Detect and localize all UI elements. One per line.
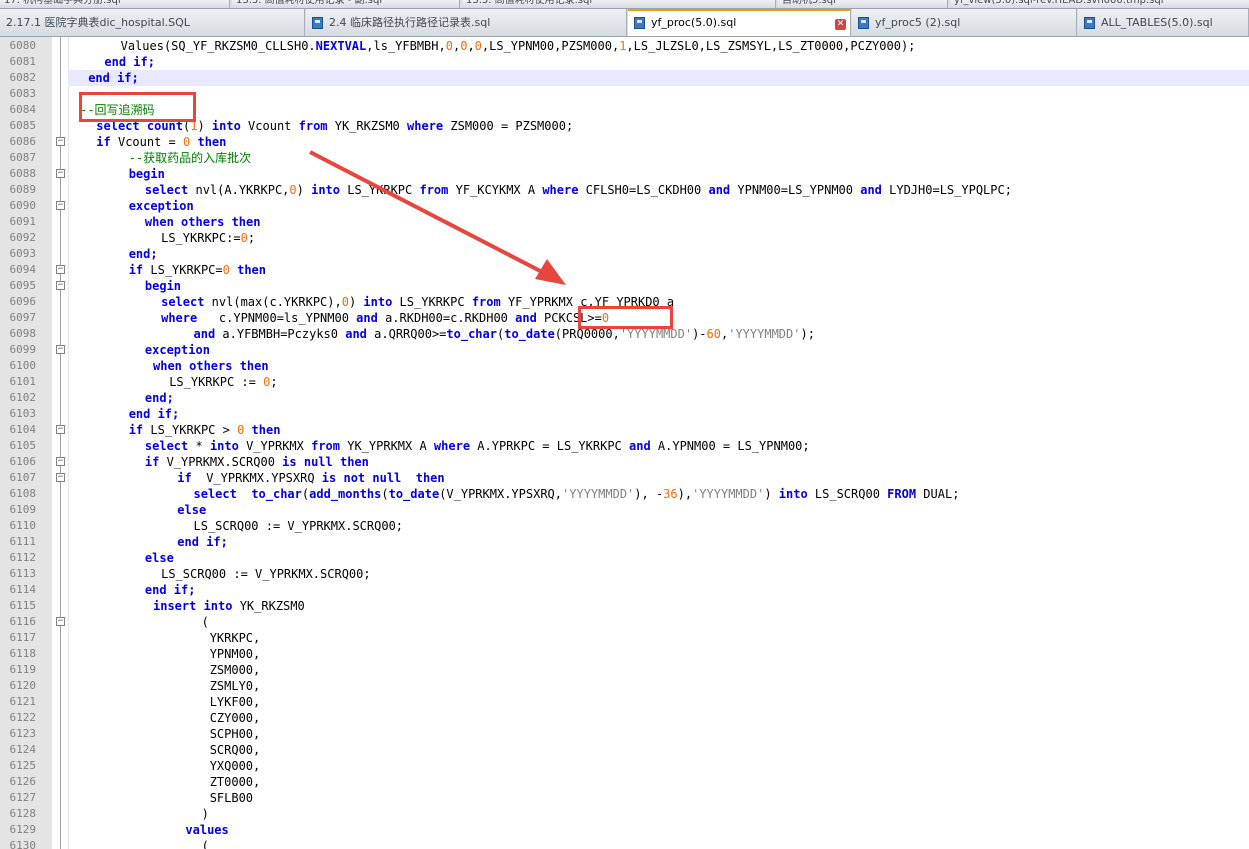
tab-top-4[interactable]: yf_view(5.0).sql-rev.HEAD.svn000.tmp.sql [950,0,1249,8]
arrow-head [535,259,566,285]
tab-1[interactable]: 2.4 临床路径执行路径记录表.sql [306,9,627,36]
tab-row-main: 2.17.1 医院字典表dic_hospital.SQL 2.4 临床路径执行路径… [0,9,1249,37]
tab-0[interactable]: 2.17.1 医院字典表dic_hospital.SQL [0,9,305,36]
tab-label: ALL_TABLES(5.0).sql [1101,16,1213,29]
fold-toggle-icon[interactable]: − [56,137,65,146]
tab-2[interactable]: yf_proc(5.0).sql ✕ [628,9,851,36]
fold-toggle-icon[interactable]: − [56,473,65,482]
fold-toggle-icon[interactable]: − [56,345,65,354]
fold-toggle-icon[interactable]: − [56,281,65,290]
tab-row-top: 17. 机构基础字典分册.sql 13.3. 高值耗材使用记录 - 副.sql 13… [0,0,1249,9]
fold-toggle-icon[interactable]: − [56,457,65,466]
tab-top-1[interactable]: 13.3. 高值耗材使用记录 - 副.sql [232,0,460,8]
tab-top-3[interactable]: 自助机5.sql [778,0,948,8]
arrow-shaft [309,150,549,277]
tab-label: yf_proc(5.0).sql [651,16,737,29]
file-save-icon [634,17,645,29]
file-save-icon [312,17,323,29]
close-tab-icon[interactable]: ✕ [835,19,846,30]
code-editor[interactable]: 6080 6081 6082 6083 6084 6085 6086 6087 6088 6089… [0,37,1249,849]
fold-toggle-icon[interactable]: − [56,617,65,626]
file-save-icon [858,17,869,29]
fold-toggle-icon[interactable]: − [56,265,65,274]
tab-top-2[interactable]: 13.3. 高值耗材使用记录.sql [462,0,776,8]
tab-3[interactable]: yf_proc5 (2).sql [852,9,1077,36]
tab-top-0[interactable]: 17. 机构基础字典分册.sql [0,0,230,8]
annotation-arrow [309,150,566,285]
tab-label: 2.17.1 医院字典表dic_hospital.SQL [6,16,190,29]
fold-toggle-icon[interactable]: − [56,425,65,434]
tab-label: yf_proc5 (2).sql [875,16,961,29]
fold-toggle-icon[interactable]: − [56,169,65,178]
tab-4[interactable]: ALL_TABLES(5.0).sql [1078,9,1249,36]
fold-toggle-icon[interactable]: − [56,201,65,210]
tab-label: 2.4 临床路径执行路径记录表.sql [329,16,491,29]
file-save-icon [1084,17,1095,29]
